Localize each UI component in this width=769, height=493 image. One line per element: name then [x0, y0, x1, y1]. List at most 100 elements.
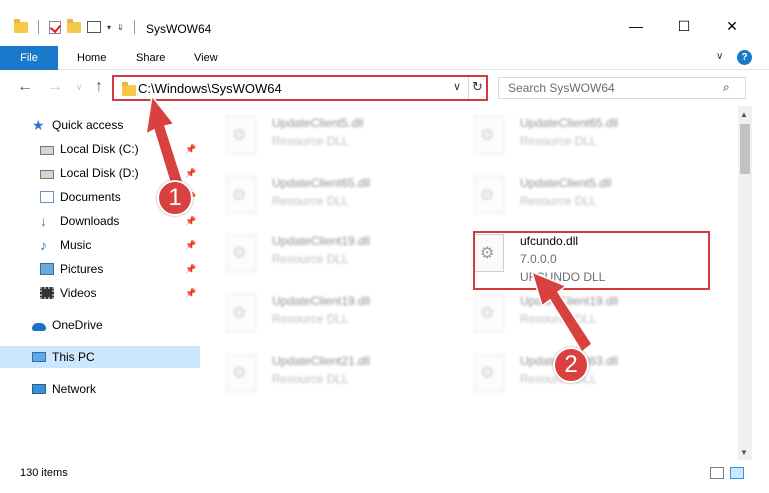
network-icon: [32, 384, 46, 394]
sidebar-item-network[interactable]: Network: [0, 378, 200, 400]
folder-icon: [14, 18, 28, 33]
pictures-icon: [40, 263, 54, 275]
pin-icon[interactable]: 📌: [185, 264, 196, 275]
dll-file-icon: [226, 116, 256, 154]
sidebar-item-label: Music: [60, 238, 92, 252]
disk-icon: [40, 145, 54, 155]
tab-file[interactable]: File: [0, 46, 58, 70]
scroll-down-icon[interactable]: ▼: [740, 448, 748, 457]
title-bar: ▾ ⇓ SysWOW64 — ☐ ✕: [0, 0, 769, 40]
file-item[interactable]: UpdateClient21.dll Resource DLL: [202, 344, 442, 398]
new-folder-icon[interactable]: [67, 18, 81, 33]
step-badge-2: 2: [553, 347, 589, 383]
quick-access-toolbar: ▾ ⇓: [14, 18, 139, 34]
sidebar-item-music[interactable]: ♪ Music 📌: [0, 234, 200, 256]
file-type: Resource DLL: [272, 372, 349, 386]
sidebar-item-label: Local Disk (D:): [60, 166, 139, 180]
file-item[interactable]: UpdateClient5.dll Resource DLL: [450, 166, 690, 220]
file-item[interactable]: UpdateClient65.dll Resource DLL: [202, 166, 442, 220]
sidebar-item-pictures[interactable]: Pictures 📌: [0, 258, 200, 280]
scroll-up-icon[interactable]: ▲: [740, 110, 748, 119]
expand-ribbon-icon[interactable]: ∨: [716, 51, 723, 62]
step-badge-1: 1: [157, 180, 193, 216]
close-button[interactable]: ✕: [722, 18, 742, 35]
sidebar-item-onedrive[interactable]: OneDrive: [0, 314, 200, 336]
dll-file-icon: [226, 176, 256, 214]
up-button[interactable]: ↑: [90, 78, 108, 96]
file-type: Resource DLL: [272, 194, 349, 208]
recent-locations-icon[interactable]: ∨: [70, 82, 88, 93]
folder-icon: [122, 82, 136, 96]
sidebar-item-label: Videos: [60, 286, 97, 300]
file-name: UpdateClient5.dll: [520, 176, 612, 190]
minimize-button[interactable]: —: [626, 18, 646, 34]
sidebar-item-label: Local Disk (C:): [60, 142, 139, 156]
address-dropdown-icon[interactable]: ∨: [453, 80, 461, 93]
dll-file-icon: [474, 116, 504, 154]
dll-file-icon: [226, 234, 256, 272]
back-button[interactable]: ←: [16, 78, 34, 96]
status-bar: 130 items: [0, 462, 769, 484]
file-name: UpdateClient5.dll: [272, 116, 364, 130]
sidebar-item-label: Network: [52, 382, 97, 396]
window-title: SysWOW64: [146, 22, 212, 36]
divider: [133, 20, 135, 34]
search-placeholder: Search SysWOW64: [508, 81, 615, 95]
file-type: Resource DLL: [272, 252, 349, 266]
pc-icon: [32, 352, 46, 362]
sidebar-item-videos[interactable]: Videos 📌: [0, 282, 200, 304]
item-count: 130 items: [20, 467, 68, 479]
forward-button[interactable]: →: [46, 78, 64, 96]
sidebar-item-label: This PC: [52, 350, 95, 364]
sidebar-item-label: Pictures: [60, 262, 104, 276]
large-icons-view-icon[interactable]: [730, 467, 744, 479]
documents-icon: [40, 191, 54, 203]
customize-view-icon[interactable]: [87, 21, 101, 33]
videos-icon: [40, 287, 54, 299]
file-name: UpdateClient65.dll: [272, 176, 371, 190]
music-icon: ♪: [40, 237, 47, 253]
vertical-scrollbar[interactable]: ▲ ▼: [738, 106, 752, 460]
dll-file-icon: [226, 294, 256, 332]
sidebar-item-label: Documents: [60, 190, 121, 204]
file-type: Resource DLL: [520, 134, 597, 148]
tab-home[interactable]: Home: [77, 52, 106, 64]
file-name: UpdateClient21.dll: [272, 354, 371, 368]
sidebar-item-label: Quick access: [52, 118, 124, 132]
file-type: Resource DLL: [272, 312, 349, 326]
customize-toolbar-icon[interactable]: ⇓: [117, 23, 124, 32]
tab-view[interactable]: View: [194, 52, 218, 64]
sidebar-item-label: OneDrive: [52, 318, 103, 332]
file-type: Resource DLL: [272, 134, 349, 148]
file-name: UpdateClient65.dll: [520, 116, 619, 130]
chevron-down-icon[interactable]: ▾: [107, 23, 111, 32]
pin-icon[interactable]: 📌: [185, 240, 196, 251]
pin-icon[interactable]: 📌: [185, 288, 196, 299]
file-name: UpdateClient19.dll: [272, 234, 371, 248]
divider: [38, 20, 39, 34]
search-icon[interactable]: ⌕: [723, 80, 730, 95]
file-item[interactable]: UpdateClient19.dll Resource DLL: [202, 284, 442, 338]
download-icon: ↓: [40, 213, 47, 229]
refresh-icon[interactable]: ↻: [472, 79, 483, 95]
tab-share[interactable]: Share: [136, 52, 165, 64]
dll-file-icon: [474, 354, 504, 392]
file-item[interactable]: UpdateClient5.dll Resource DLL: [202, 106, 442, 160]
file-type: Resource DLL: [520, 194, 597, 208]
scroll-thumb[interactable]: [740, 124, 750, 174]
maximize-button[interactable]: ☐: [674, 18, 694, 35]
help-icon[interactable]: ?: [737, 50, 752, 65]
dll-file-icon: [474, 176, 504, 214]
divider: [468, 77, 469, 99]
ribbon-tabs: File Home Share View ∨ ?: [0, 46, 769, 70]
file-item[interactable]: UpdateClient65.dll Resource DLL: [450, 106, 690, 160]
properties-check-icon[interactable]: [49, 20, 61, 34]
search-input[interactable]: Search SysWOW64 ⌕: [498, 77, 746, 99]
star-icon: ★: [32, 117, 45, 133]
file-name: UpdateClient19.dll: [272, 294, 371, 308]
cloud-icon: [32, 322, 46, 331]
file-item[interactable]: UpdateClient19.dll Resource DLL: [202, 224, 442, 278]
sidebar-item-this-pc[interactable]: This PC: [0, 346, 200, 368]
details-view-icon[interactable]: [710, 467, 724, 479]
dll-file-icon: [226, 354, 256, 392]
